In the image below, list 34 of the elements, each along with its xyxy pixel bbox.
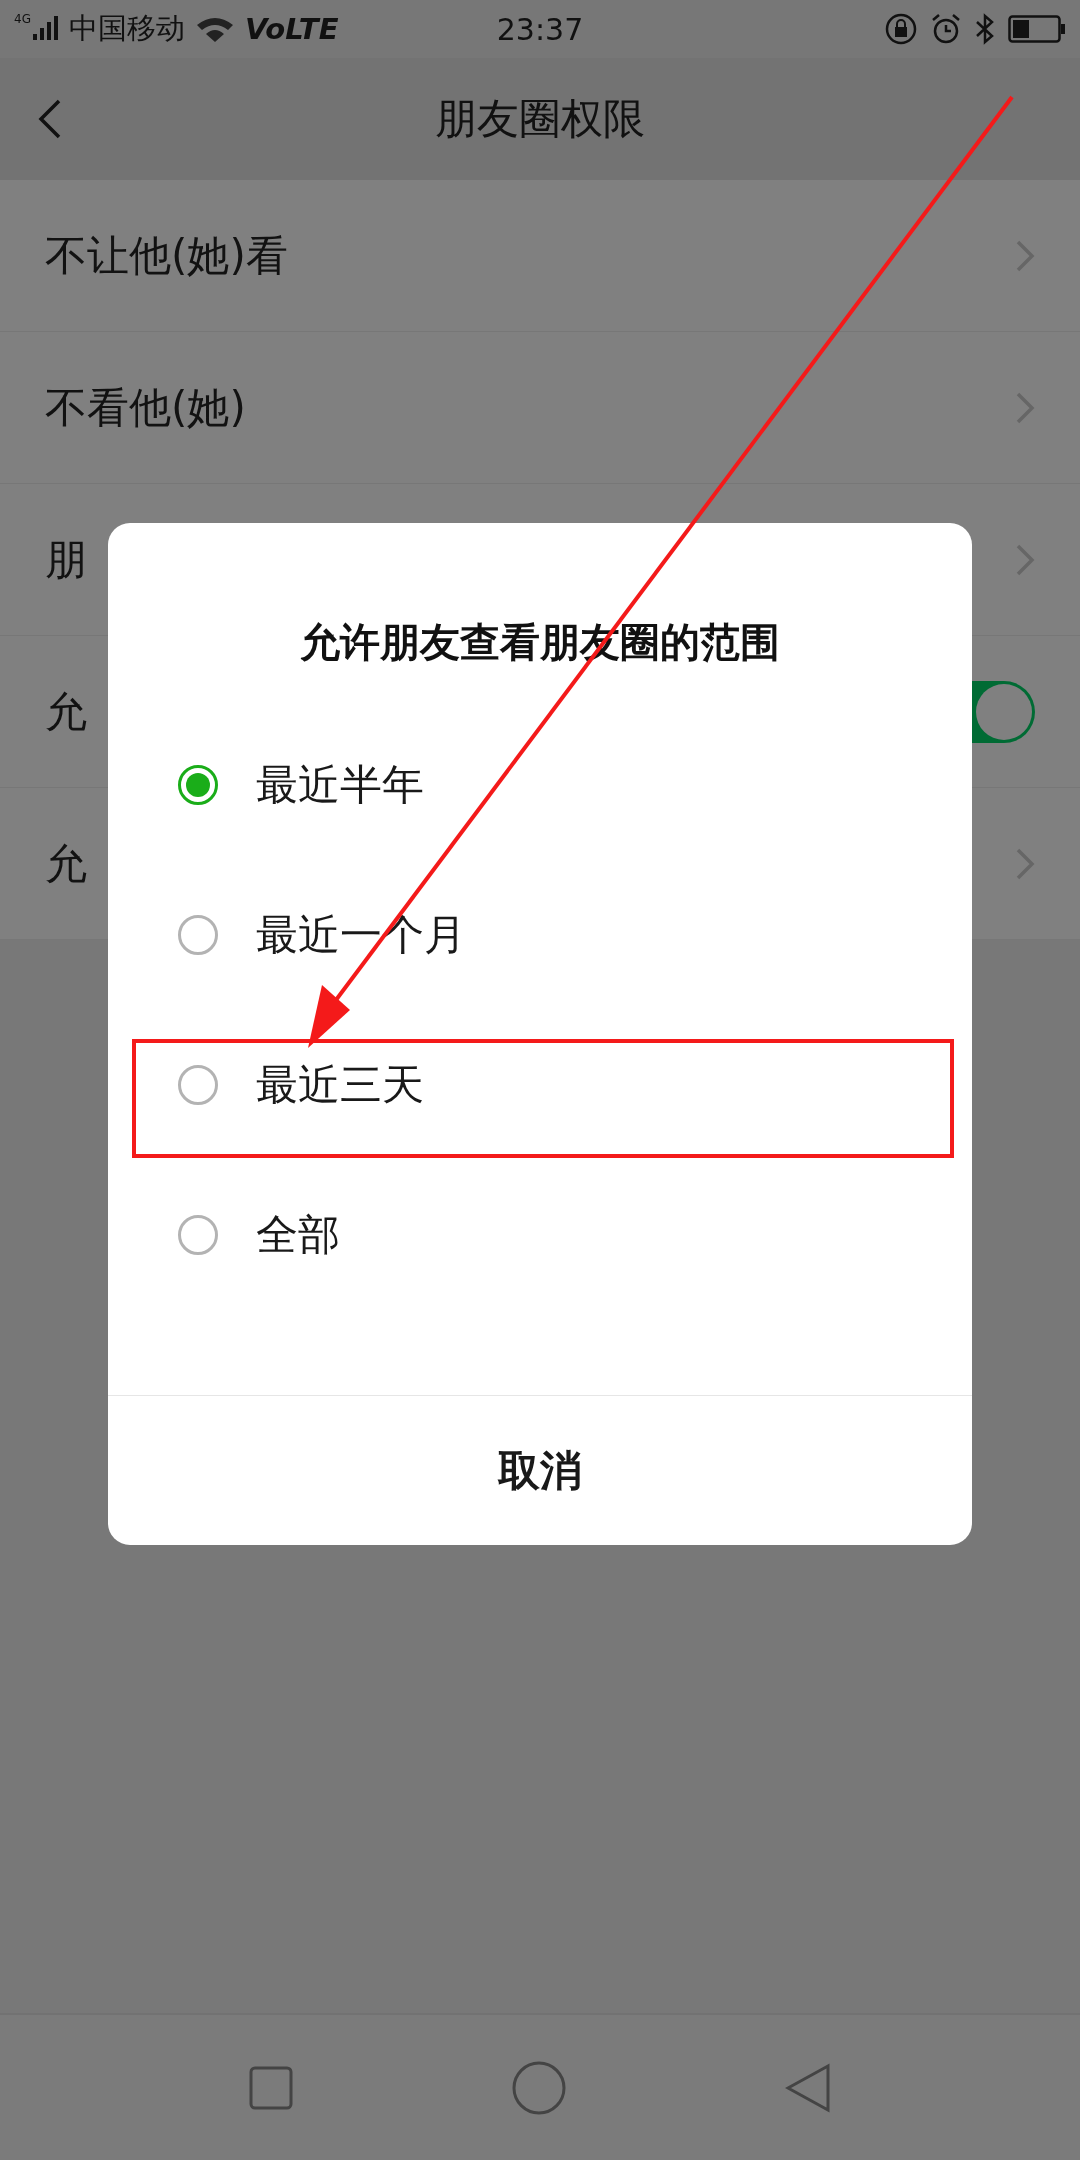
volte-label: VoLTE xyxy=(244,12,339,46)
chevron-right-icon xyxy=(1015,390,1035,425)
home-icon[interactable] xyxy=(512,2060,566,2115)
clock-time: 23:37 xyxy=(496,11,584,47)
chevron-right-icon xyxy=(1015,238,1035,273)
setting-label[interactable]: 允 xyxy=(45,835,87,892)
option-label: 最近半年 xyxy=(256,759,424,811)
option-label: 最近三天 xyxy=(256,1059,424,1111)
chevron-right-icon xyxy=(1015,542,1035,577)
recent-apps-icon[interactable] xyxy=(249,2065,294,2110)
chevron-right-icon xyxy=(1015,846,1035,881)
cancel-button[interactable]: 取消 xyxy=(108,1395,972,1545)
page-title: 朋友圈权限 xyxy=(435,93,645,145)
setting-label[interactable]: 不看他(她) xyxy=(45,379,246,436)
battery-icon xyxy=(1008,15,1066,43)
carrier-name: 中国移动 xyxy=(68,10,185,47)
alarm-icon xyxy=(930,13,962,45)
bluetooth-icon xyxy=(974,13,996,45)
range-option[interactable]: 全部 xyxy=(108,1160,972,1310)
rotation-lock-icon xyxy=(884,12,918,46)
range-option[interactable]: 最近半年 xyxy=(108,710,972,860)
radio-button[interactable] xyxy=(178,1215,218,1255)
option-label: 全部 xyxy=(256,1209,340,1261)
back-icon[interactable] xyxy=(38,98,62,140)
network-type: 4G xyxy=(14,12,31,26)
setting-label[interactable]: 允 xyxy=(45,683,87,740)
radio-button[interactable] xyxy=(178,915,218,955)
setting-label[interactable]: 不让他(她)看 xyxy=(45,227,288,284)
range-option[interactable]: 最近三天 xyxy=(108,1010,972,1160)
radio-button[interactable] xyxy=(178,1065,218,1105)
signal-icon xyxy=(32,16,59,42)
setting-label[interactable]: 朋 xyxy=(45,531,87,588)
radio-button[interactable] xyxy=(178,765,218,805)
back-nav-icon[interactable] xyxy=(784,2062,831,2113)
